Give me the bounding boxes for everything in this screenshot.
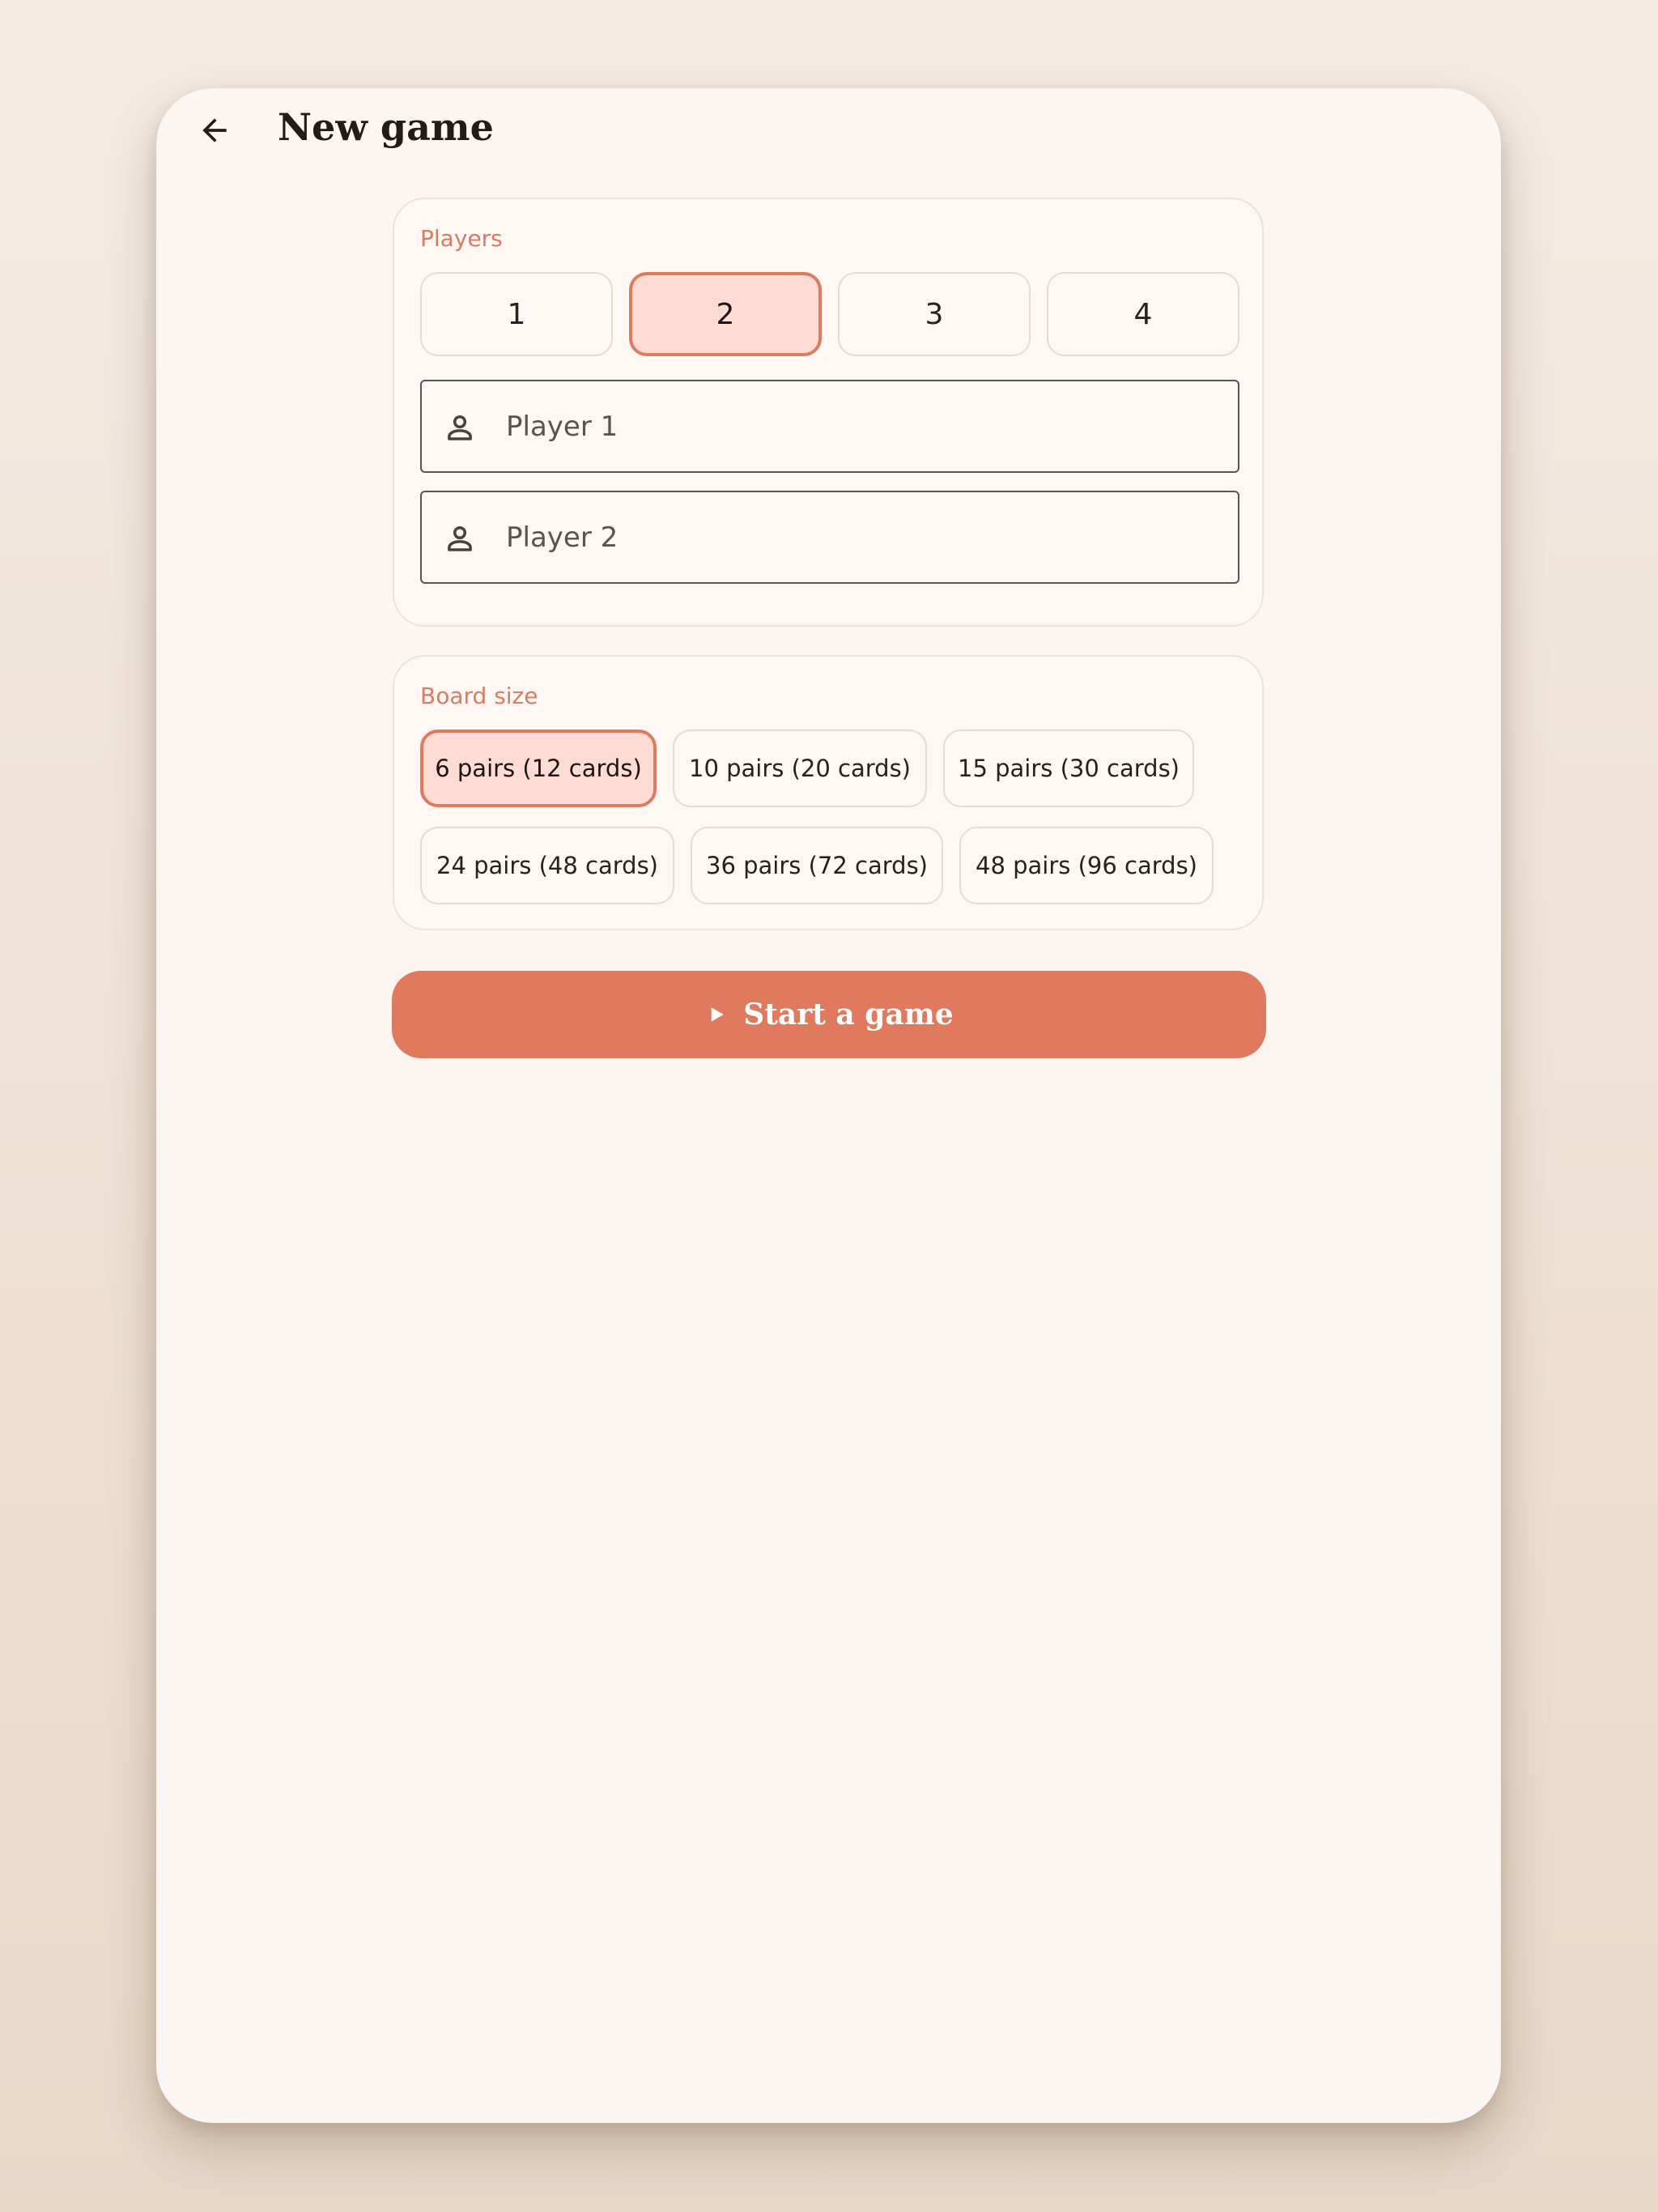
- arrow-left-icon: [202, 118, 227, 143]
- start-game-label: Start a game: [743, 998, 954, 1032]
- board-size-option-24-pairs[interactable]: 24 pairs (48 cards): [420, 827, 674, 904]
- person-icon: [448, 415, 472, 440]
- player-1-field[interactable]: [420, 380, 1239, 473]
- board-size-option-48-pairs[interactable]: 48 pairs (96 cards): [959, 827, 1214, 904]
- player-count-option-1[interactable]: 1: [420, 272, 613, 356]
- board-size-card: Board size 6 pairs (12 cards) 10 pairs (…: [393, 655, 1264, 930]
- player-count-selector: 1 2 3 4: [420, 272, 1239, 356]
- app-window: New game Players 1 2 3 4 Board size 6: [156, 88, 1501, 2123]
- start-game-button[interactable]: Start a game: [392, 971, 1266, 1058]
- player-count-option-3[interactable]: 3: [838, 272, 1031, 356]
- person-icon: [448, 525, 472, 551]
- back-button[interactable]: [176, 91, 253, 169]
- player-1-input[interactable]: [506, 381, 1218, 471]
- play-icon: [712, 1007, 725, 1022]
- player-count-option-2[interactable]: 2: [629, 272, 822, 356]
- player-2-input[interactable]: [506, 492, 1218, 582]
- players-section-label: Players: [420, 225, 503, 252]
- board-size-option-36-pairs[interactable]: 36 pairs (72 cards): [691, 827, 943, 904]
- player-count-option-4[interactable]: 4: [1047, 272, 1239, 356]
- board-size-option-15-pairs[interactable]: 15 pairs (30 cards): [943, 730, 1194, 807]
- board-size-option-10-pairs[interactable]: 10 pairs (20 cards): [673, 730, 927, 807]
- board-size-option-6-pairs[interactable]: 6 pairs (12 cards): [420, 730, 657, 807]
- player-2-field[interactable]: [420, 491, 1239, 584]
- board-size-section-label: Board size: [420, 683, 538, 709]
- players-card: Players 1 2 3 4: [393, 198, 1264, 627]
- top-app-bar: New game: [156, 88, 1501, 210]
- page-title: New game: [278, 105, 494, 149]
